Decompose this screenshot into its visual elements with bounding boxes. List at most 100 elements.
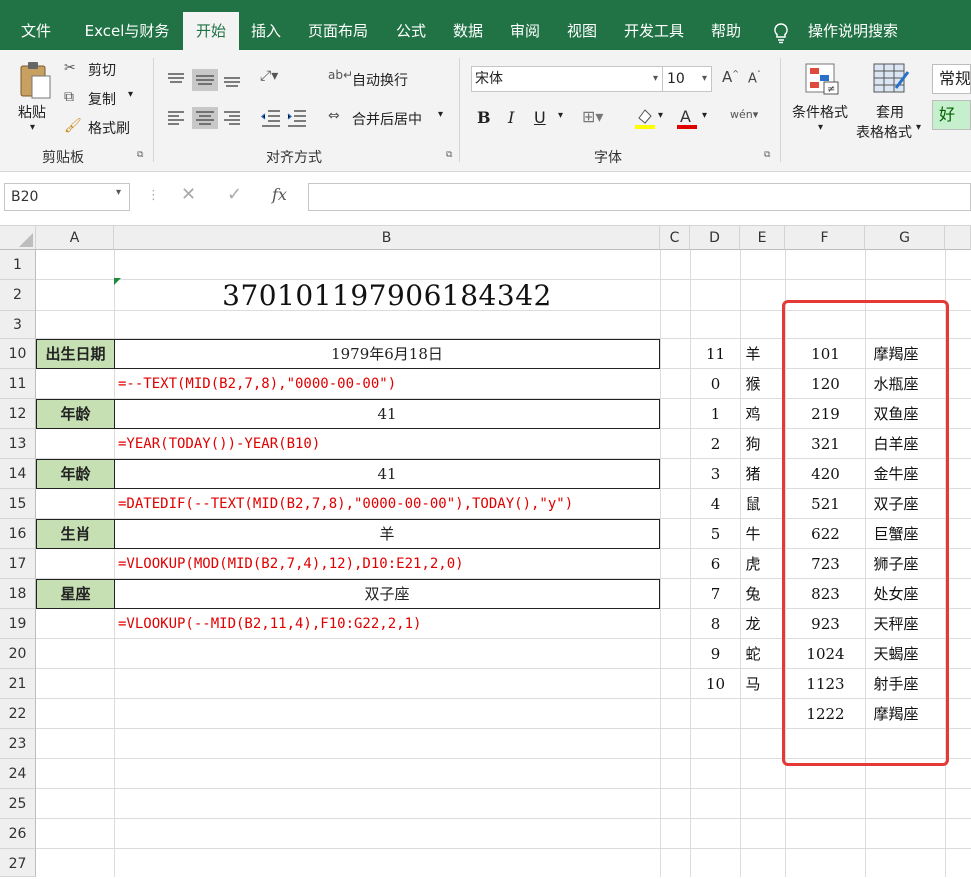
zodiac-num[interactable]: 2	[691, 429, 740, 459]
tab-view[interactable]: 视图	[556, 12, 608, 50]
cell-b16[interactable]: 羊	[114, 519, 660, 549]
formula-text-11[interactable]: =--TEXT(MID(B2,7,8),"0000-00-00")	[118, 369, 396, 399]
column-header-h[interactable]	[945, 226, 971, 250]
zodiac-num[interactable]: 5	[691, 519, 740, 549]
zodiac-num[interactable]: 1	[691, 399, 740, 429]
tab-formulas[interactable]: 公式	[385, 12, 437, 50]
conditional-format-icon[interactable]: ≠	[804, 62, 840, 96]
increase-font-icon[interactable]: A^	[722, 68, 739, 86]
zodiac-num[interactable]: 10	[691, 669, 740, 699]
column-header-c[interactable]: C	[660, 226, 690, 250]
label-birth[interactable]: 出生日期	[36, 339, 115, 369]
tab-excel-finance[interactable]: Excel与财务	[74, 12, 180, 50]
select-all-corner[interactable]	[0, 226, 36, 250]
formula-text-17[interactable]: =VLOOKUP(MOD(MID(B2,7,4),12),D10:E21,2,0…	[118, 549, 464, 579]
formula-text-13[interactable]: =YEAR(TODAY())-YEAR(B10)	[118, 429, 320, 459]
paste-button[interactable]: 粘贴	[18, 102, 46, 122]
font-size-select[interactable]: 10 ▾	[662, 66, 712, 92]
zodiac-animal[interactable]: 龙	[741, 609, 765, 639]
row-header[interactable]: 11	[0, 369, 36, 399]
row-header[interactable]: 27	[0, 849, 36, 877]
fill-dropdown-icon[interactable]: ▾	[658, 110, 663, 121]
cell-b10[interactable]: 1979年6月18日	[114, 339, 660, 369]
zodiac-num[interactable]: 3	[691, 459, 740, 489]
zodiac-animal[interactable]: 狗	[741, 429, 765, 459]
font-launcher-icon[interactable]: ⧉	[764, 150, 770, 160]
alignment-launcher-icon[interactable]: ⧉	[446, 150, 452, 160]
row-header[interactable]: 22	[0, 699, 36, 729]
cell-b2[interactable]: 370101197906184342	[115, 280, 659, 311]
phonetic-icon[interactable]: wén▾	[730, 108, 758, 121]
row-header[interactable]: 23	[0, 729, 36, 759]
row-header[interactable]: 24	[0, 759, 36, 789]
cell-b18[interactable]: 双子座	[114, 579, 660, 609]
formula-input[interactable]	[308, 183, 971, 211]
border-icon[interactable]: ⊞▾	[582, 107, 603, 126]
row-header[interactable]: 10	[0, 339, 36, 369]
row-header[interactable]: 12	[0, 399, 36, 429]
underline-button[interactable]: U	[534, 108, 546, 127]
vertical-align-icons[interactable]	[166, 68, 246, 92]
cell-b14[interactable]: 41	[114, 459, 660, 489]
label-star[interactable]: 星座	[36, 579, 115, 609]
format-painter-button[interactable]: 格式刷	[88, 118, 130, 138]
format-as-table-label2[interactable]: 表格格式	[856, 122, 912, 142]
row-header[interactable]: 20	[0, 639, 36, 669]
style-normal[interactable]: 常规	[932, 64, 971, 94]
tab-help[interactable]: 帮助	[700, 12, 752, 50]
row-header[interactable]: 2	[0, 280, 36, 311]
horizontal-align-icons[interactable]	[166, 106, 246, 130]
zodiac-num[interactable]: 7	[691, 579, 740, 609]
zodiac-num[interactable]: 0	[691, 369, 740, 399]
column-header-d[interactable]: D	[690, 226, 740, 250]
row-header[interactable]: 1	[0, 250, 36, 280]
formula-text-15[interactable]: =DATEDIF(--TEXT(MID(B2,7,8),"0000-00-00"…	[118, 489, 573, 519]
column-header-a[interactable]: A	[36, 226, 114, 250]
row-header[interactable]: 15	[0, 489, 36, 519]
fill-color-icon[interactable]	[634, 106, 656, 130]
zodiac-num[interactable]: 6	[691, 549, 740, 579]
row-header[interactable]: 13	[0, 429, 36, 459]
merge-dropdown-icon[interactable]: ▾	[438, 109, 443, 120]
tab-file[interactable]: 文件	[8, 12, 64, 50]
format-as-table-button[interactable]: 套用	[876, 102, 904, 122]
bold-button[interactable]: B	[477, 108, 491, 127]
zodiac-animal[interactable]: 猴	[741, 369, 765, 399]
tab-home[interactable]: 开始	[183, 12, 239, 50]
column-header-f[interactable]: F	[785, 226, 865, 250]
merge-center-button[interactable]: 合并后居中	[352, 109, 422, 129]
zodiac-animal[interactable]: 鸡	[741, 399, 765, 429]
conditional-format-button[interactable]: 条件格式	[792, 102, 848, 122]
zodiac-num[interactable]: 11	[691, 339, 740, 369]
table-dropdown-icon[interactable]: ▾	[916, 122, 921, 133]
insert-function-button[interactable]: fx	[272, 185, 287, 204]
row-header[interactable]: 26	[0, 819, 36, 849]
row-header[interactable]: 14	[0, 459, 36, 489]
zodiac-num[interactable]: 8	[691, 609, 740, 639]
copy-button[interactable]: 复制	[88, 89, 116, 109]
cancel-icon[interactable]: ✕	[181, 184, 196, 205]
font-color-dropdown-icon[interactable]: ▾	[702, 110, 707, 121]
indent-icons[interactable]	[260, 108, 308, 128]
underline-dropdown-icon[interactable]: ▾	[558, 110, 563, 121]
zodiac-animal[interactable]: 蛇	[741, 639, 765, 669]
name-box-dropdown-icon[interactable]: ▾	[116, 187, 121, 198]
italic-button[interactable]: I	[508, 108, 514, 127]
zodiac-animal[interactable]: 猪	[741, 459, 765, 489]
zodiac-animal[interactable]: 虎	[741, 549, 765, 579]
orientation-icon[interactable]: ⤢▾	[260, 68, 278, 84]
row-header[interactable]: 19	[0, 609, 36, 639]
zodiac-num[interactable]: 9	[691, 639, 740, 669]
label-age-1[interactable]: 年龄	[36, 399, 115, 429]
row-header[interactable]: 17	[0, 549, 36, 579]
format-as-table-icon[interactable]	[872, 62, 910, 96]
conditional-format-dropdown-icon[interactable]: ▾	[818, 122, 823, 133]
decrease-font-icon[interactable]: Aˇ	[748, 70, 761, 86]
enter-icon[interactable]: ✓	[227, 184, 242, 205]
label-zodiac[interactable]: 生肖	[36, 519, 115, 549]
zodiac-animal[interactable]: 羊	[741, 339, 765, 369]
tab-developer[interactable]: 开发工具	[614, 12, 694, 50]
column-header-b[interactable]: B	[114, 226, 660, 250]
clipboard-launcher-icon[interactable]: ⧉	[137, 150, 143, 160]
paste-icon[interactable]	[18, 60, 52, 100]
